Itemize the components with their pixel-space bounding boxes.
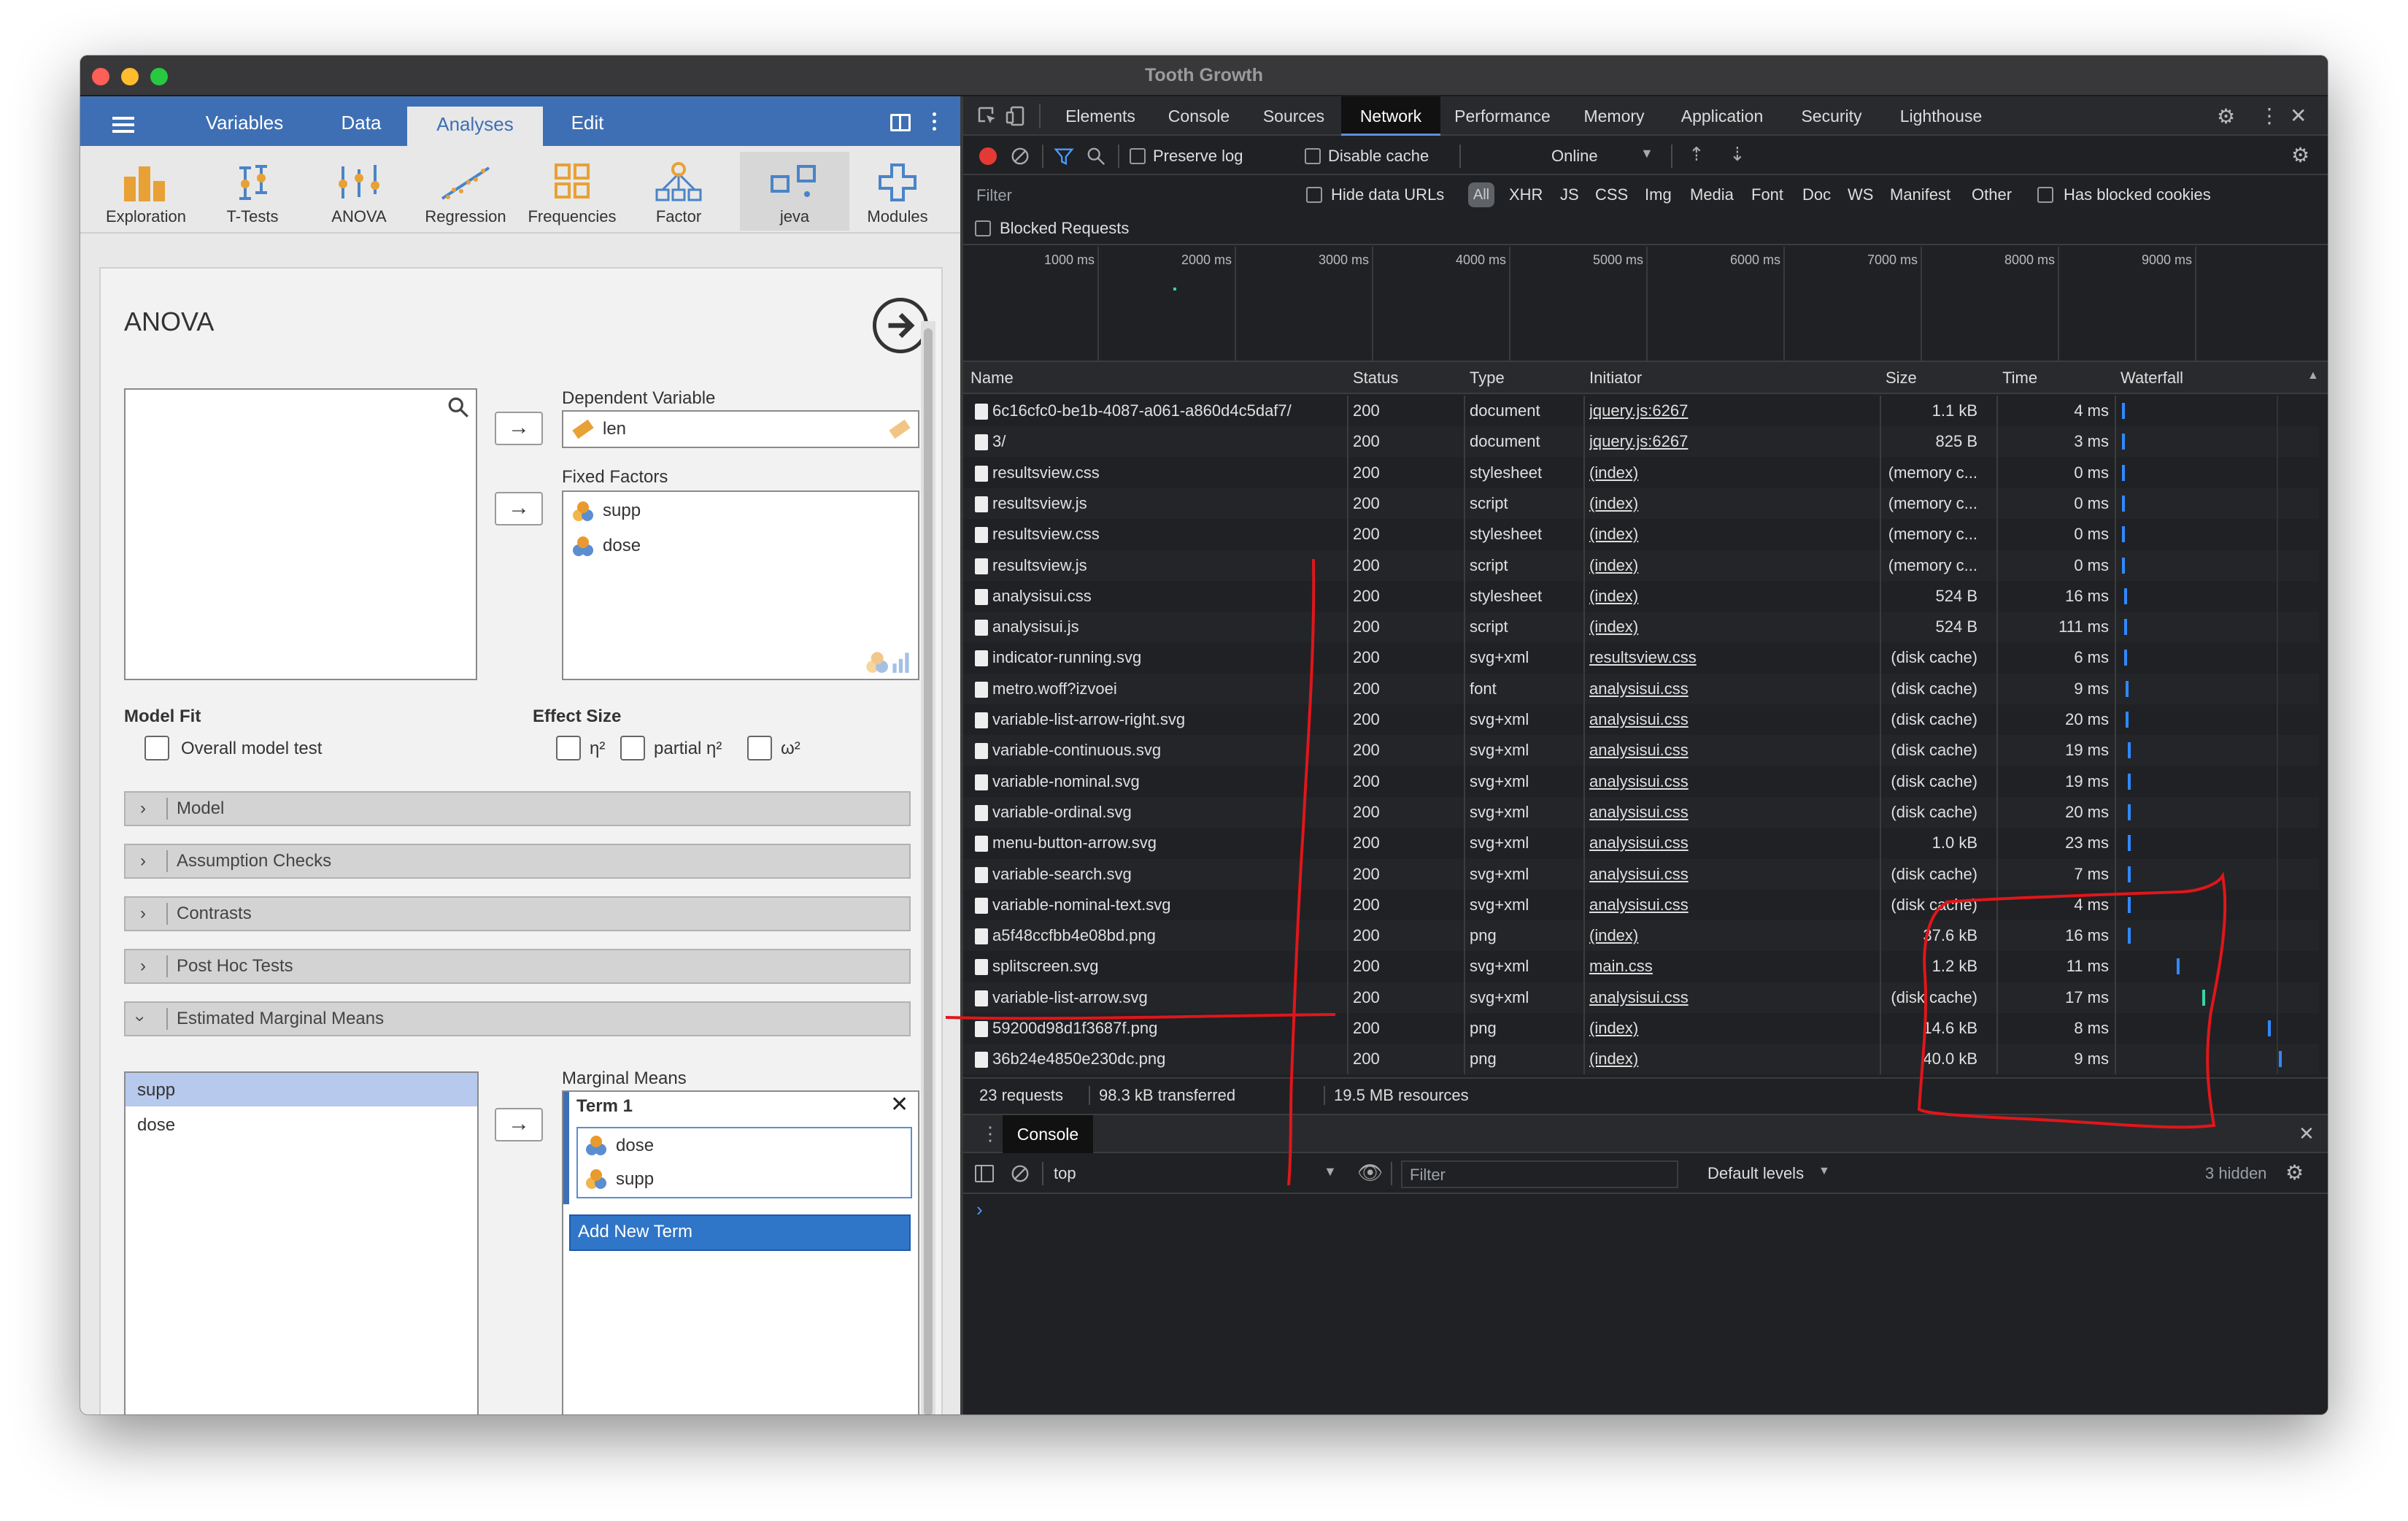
red-vertical-stroke [1287,558,1316,1186]
app-window: Tooth Growth Variables Data Analyses Edi… [80,55,2328,1414]
red-loop-stroke [1917,871,2227,1129]
red-underline-stroke [945,1013,1336,1020]
red-annotation-overlay [945,558,2227,1186]
